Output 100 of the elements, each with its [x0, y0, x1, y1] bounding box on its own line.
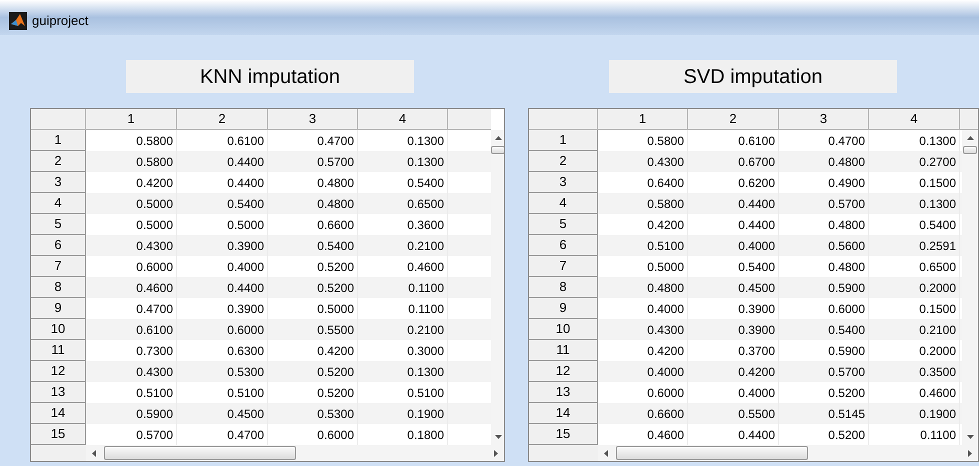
table-cell: 0.5500 [688, 403, 779, 424]
row-header[interactable]: 1 [31, 130, 86, 151]
row-header[interactable]: 4 [529, 193, 598, 214]
column-header[interactable]: 2 [177, 109, 268, 130]
column-header[interactable]: 3 [779, 109, 869, 130]
column-header[interactable]: 4 [358, 109, 448, 130]
table-cell: 0.4200 [688, 361, 779, 382]
table-cell: 0.2100 [358, 235, 448, 256]
table-cell: 0.2700 [869, 151, 960, 172]
row-header[interactable]: 10 [31, 319, 86, 340]
table-cell: 0.6700 [688, 151, 779, 172]
table-cell: 0.6100 [86, 319, 177, 340]
row-header[interactable]: 13 [529, 382, 598, 403]
scroll-left-icon[interactable] [604, 450, 608, 456]
scroll-right-icon[interactable] [968, 450, 972, 456]
scroll-down-icon[interactable] [494, 435, 502, 439]
row-header[interactable]: 15 [31, 424, 86, 445]
table-cell: 0.1100 [358, 277, 448, 298]
row-header[interactable]: 1 [529, 130, 598, 151]
table-cell: 0.4800 [779, 151, 869, 172]
row-header[interactable]: 13 [31, 382, 86, 403]
table-cell: 0.5600 [779, 235, 869, 256]
vertical-scrollbar[interactable] [491, 130, 504, 445]
row-header[interactable]: 11 [529, 340, 598, 361]
table-cell: 0.4500 [177, 403, 268, 424]
table-cell: 0.5800 [598, 193, 688, 214]
scroll-up-icon[interactable] [966, 136, 974, 140]
table-cell: 0.3900 [177, 235, 268, 256]
scrollbar-thumb[interactable] [104, 446, 296, 460]
table-cell: 0.3500 [869, 361, 960, 382]
row-header[interactable]: 8 [31, 277, 86, 298]
scrollbar-thumb[interactable] [963, 146, 977, 154]
table-cell: 0.1300 [869, 193, 960, 214]
row-header[interactable]: 12 [529, 361, 598, 382]
table-cell: 0.4800 [598, 277, 688, 298]
table-cell: 0.5100 [598, 235, 688, 256]
row-header[interactable]: 7 [529, 256, 598, 277]
scroll-left-icon[interactable] [92, 450, 96, 456]
row-header[interactable]: 4 [31, 193, 86, 214]
window-title: guiproject [32, 12, 88, 30]
table-cell: 0.5800 [86, 151, 177, 172]
table-cell: 0.4300 [86, 361, 177, 382]
table-cell: 0.6500 [358, 193, 448, 214]
row-header[interactable]: 2 [31, 151, 86, 172]
table-cell: 0.1300 [358, 151, 448, 172]
table-cell: 0.5300 [268, 403, 358, 424]
row-header[interactable]: 7 [31, 256, 86, 277]
table-cell: 0.1900 [869, 403, 960, 424]
column-header[interactable]: 2 [688, 109, 779, 130]
scroll-up-icon[interactable] [494, 136, 502, 140]
scrollbar-thumb[interactable] [616, 446, 808, 460]
horizontal-scrollbar[interactable] [598, 445, 978, 461]
table-cell: 0.2100 [869, 319, 960, 340]
column-header[interactable]: 1 [598, 109, 688, 130]
table-cell: 0.6000 [177, 319, 268, 340]
table-cell: 0.4600 [86, 277, 177, 298]
row-header[interactable]: 14 [31, 403, 86, 424]
table-cell: 0.5700 [779, 361, 869, 382]
row-header[interactable]: 2 [529, 151, 598, 172]
scrollbar-thumb[interactable] [491, 146, 504, 154]
row-header[interactable]: 3 [529, 172, 598, 193]
row-header[interactable]: 9 [529, 298, 598, 319]
table-cell: 0.2000 [869, 277, 960, 298]
row-header[interactable]: 15 [529, 424, 598, 445]
table-cell: 0.4800 [268, 193, 358, 214]
table-cell: 0.6600 [598, 403, 688, 424]
table-cell: 0.5400 [177, 193, 268, 214]
row-header[interactable]: 11 [31, 340, 86, 361]
row-header[interactable]: 3 [31, 172, 86, 193]
table-cell: 0.5700 [268, 151, 358, 172]
column-header[interactable]: 1 [86, 109, 177, 130]
column-header[interactable]: 4 [869, 109, 960, 130]
table-cell: 0.5900 [779, 277, 869, 298]
vertical-scrollbar[interactable] [962, 130, 978, 445]
row-header[interactable]: 6 [529, 235, 598, 256]
row-header[interactable]: 12 [31, 361, 86, 382]
row-header[interactable]: 8 [529, 277, 598, 298]
row-header[interactable]: 10 [529, 319, 598, 340]
table-cell: 0.3900 [688, 319, 779, 340]
horizontal-scrollbar[interactable] [86, 445, 504, 461]
table-cell: 0.5400 [268, 235, 358, 256]
row-header[interactable]: 9 [31, 298, 86, 319]
table-cell: 0.1300 [358, 361, 448, 382]
table-cell: 0.2100 [358, 319, 448, 340]
scroll-down-icon[interactable] [966, 435, 974, 439]
table-cell: 0.4000 [688, 235, 779, 256]
table-cell: 0.5200 [268, 277, 358, 298]
table-cell: 0.2591 [869, 235, 960, 256]
table-cell: 0.5500 [268, 319, 358, 340]
column-header[interactable]: 3 [268, 109, 358, 130]
table-cell: 0.4300 [598, 151, 688, 172]
panel-title: KNN imputation [126, 60, 414, 93]
table-cell: 0.5400 [779, 319, 869, 340]
row-header[interactable]: 14 [529, 403, 598, 424]
table-cell: 0.4000 [598, 361, 688, 382]
row-header[interactable]: 6 [31, 235, 86, 256]
scroll-right-icon[interactable] [494, 450, 498, 456]
panel-title: SVD imputation [609, 60, 897, 93]
row-header[interactable]: 5 [529, 214, 598, 235]
row-header[interactable]: 5 [31, 214, 86, 235]
